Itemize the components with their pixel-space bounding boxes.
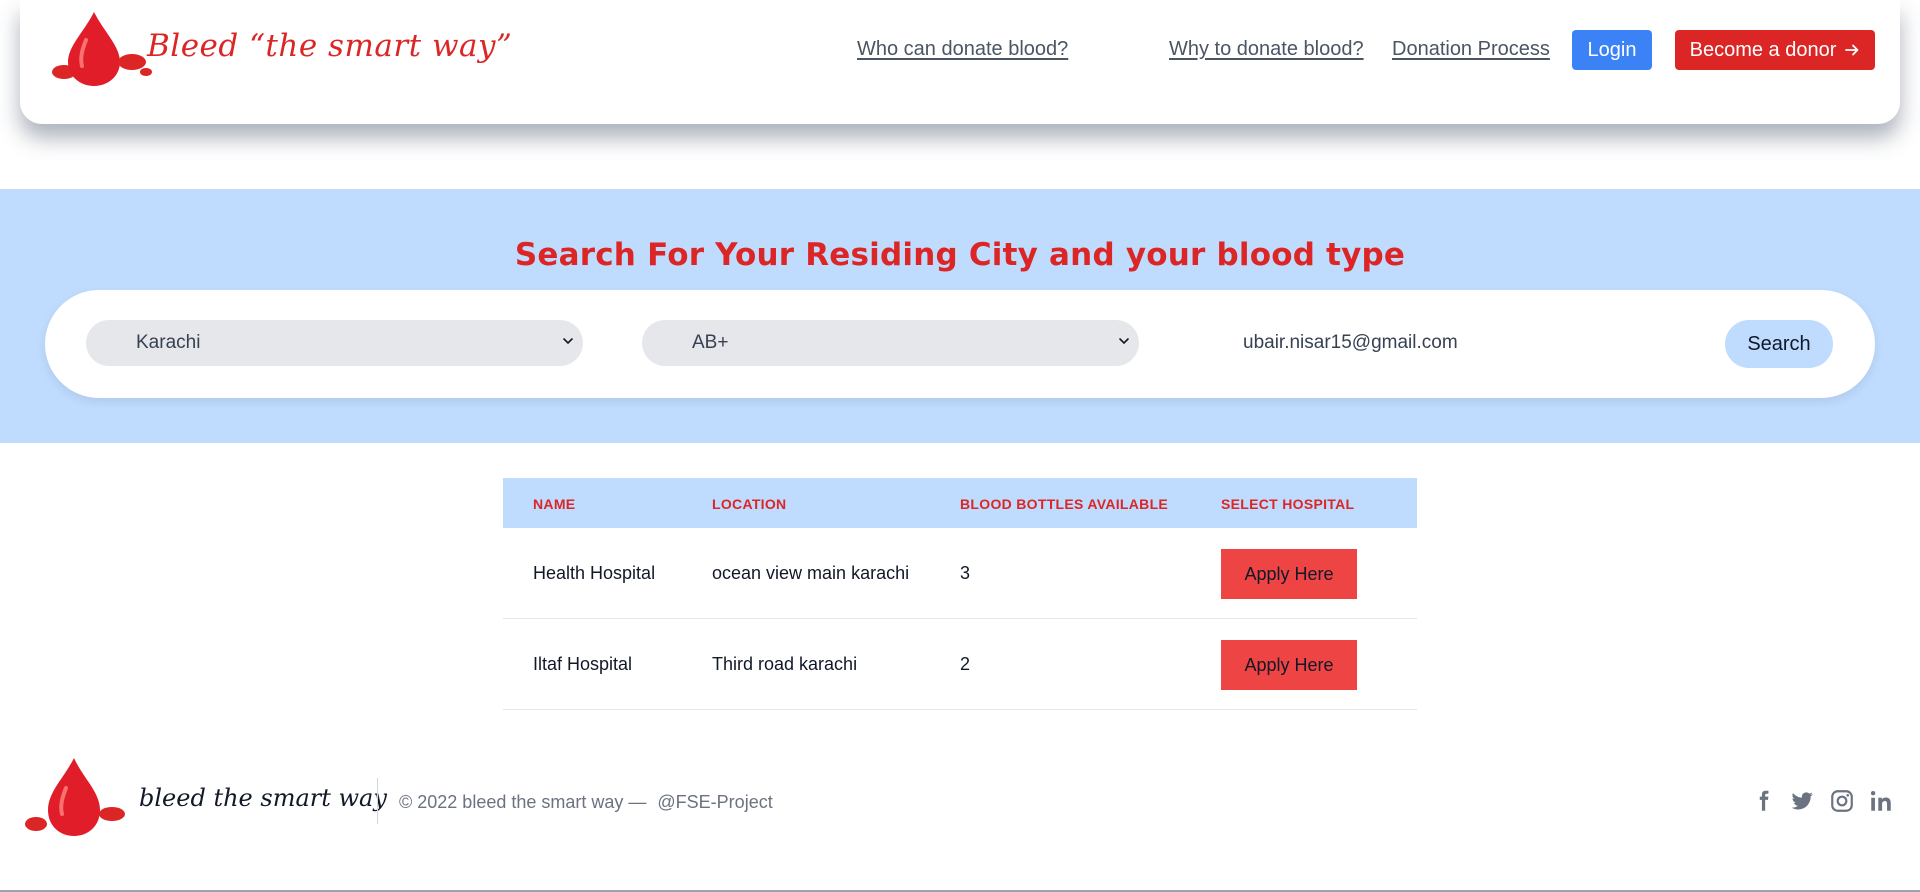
footer-brand: bleed the smart way [139, 784, 387, 812]
column-header-location: LOCATION [712, 496, 787, 512]
apply-button-label: Apply Here [1244, 654, 1334, 675]
login-button-label: Login [1587, 38, 1637, 61]
hospital-name: Iltaf Hospital [533, 654, 633, 674]
apply-button-label: Apply Here [1244, 563, 1334, 584]
footer-copyright: © 2022 bleed the smart way — @FSE-Projec… [399, 792, 773, 813]
navbar: Bleed “the smart way” Who can donate blo… [20, 0, 1900, 124]
search-form: Karachi AB+ ubair.nisar15@gmail.com Sear… [45, 290, 1875, 398]
column-header-bottles: BLOOD BOTTLES AVAILABLE [960, 496, 1169, 512]
nav-why-donate[interactable]: Why to donate blood? [1169, 38, 1364, 61]
instagram-icon[interactable] [1829, 788, 1855, 814]
chevron-down-icon [563, 338, 573, 345]
become-donor-label: Become a donor [1689, 38, 1837, 61]
column-header-select: SELECT HOSPITAL [1221, 496, 1355, 512]
twitter-icon[interactable] [1789, 788, 1815, 814]
brand-home-link[interactable]: Bleed “the smart way” [46, 10, 512, 88]
footer-divider [377, 778, 378, 824]
blood-bottles-count: 3 [960, 563, 971, 583]
city-select[interactable]: Karachi [86, 320, 583, 366]
hospital-name: Health Hospital [533, 563, 656, 583]
search-section: Search For Your Residing City and your b… [0, 189, 1920, 443]
footer-blood-drop-logo-icon [25, 758, 125, 836]
table-header: NAME LOCATION BLOOD BOTTLES AVAILABLE SE… [503, 478, 1417, 528]
nav-who-can-donate[interactable]: Who can donate blood? [857, 38, 1068, 61]
hospital-location: ocean view main karachi [712, 563, 910, 583]
search-title: Search For Your Residing City and your b… [514, 237, 1406, 273]
facebook-icon[interactable] [1750, 788, 1776, 814]
email-field[interactable]: ubair.nisar15@gmail.com [1243, 320, 1743, 366]
chevron-down-icon [1119, 338, 1129, 345]
blood-type-select[interactable]: AB+ [642, 320, 1139, 366]
project-handle-link[interactable]: @FSE-Project [657, 792, 772, 812]
arrow-right-icon [1845, 44, 1859, 56]
login-button[interactable]: Login [1572, 30, 1652, 70]
blood-bottles-count: 2 [960, 654, 971, 674]
blood-drop-logo-icon [52, 12, 152, 86]
linkedin-icon[interactable] [1868, 788, 1894, 814]
table-row: Iltaf Hospital Third road karachi 2 Appl… [503, 619, 1417, 710]
nav-donation-process[interactable]: Donation Process [1392, 38, 1550, 61]
search-button-label: Search [1747, 332, 1811, 355]
city-select-value: Karachi [136, 332, 201, 353]
apply-here-button[interactable]: Apply Here [1221, 640, 1357, 690]
hospital-location: Third road karachi [712, 654, 858, 674]
apply-here-button[interactable]: Apply Here [1221, 549, 1357, 599]
column-header-name: NAME [533, 496, 576, 512]
table-row: Health Hospital ocean view main karachi … [503, 528, 1417, 619]
blood-type-select-value: AB+ [692, 332, 729, 353]
search-button[interactable]: Search [1725, 320, 1833, 368]
become-donor-button[interactable]: Become a donor [1675, 30, 1875, 70]
copyright-text: © 2022 bleed the smart way — [399, 792, 647, 812]
brand-name: Bleed “the smart way” [147, 28, 513, 64]
email-field-value: ubair.nisar15@gmail.com [1243, 332, 1458, 353]
hospital-table: NAME LOCATION BLOOD BOTTLES AVAILABLE SE… [503, 478, 1417, 710]
